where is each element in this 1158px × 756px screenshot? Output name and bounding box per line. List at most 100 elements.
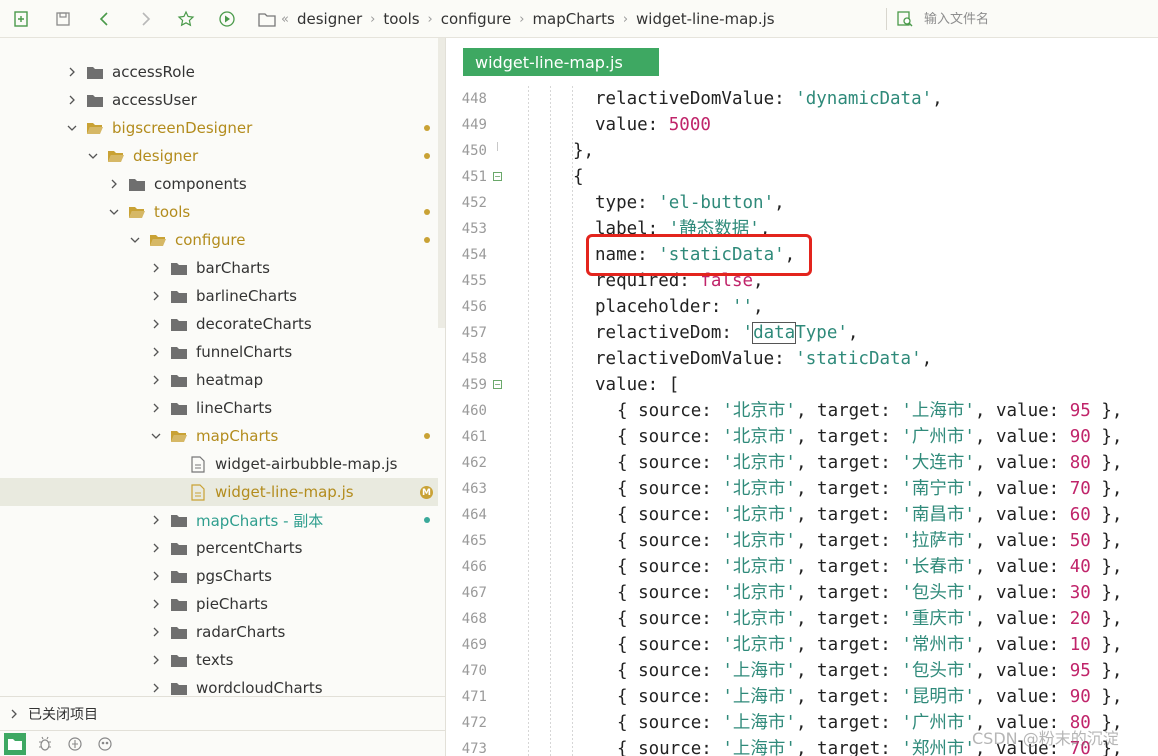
string-token: '南宁市' [901,479,975,499]
tree-folder-item[interactable]: designer [0,142,438,170]
tab-widget-line-map[interactable]: widget-line-map.js [463,48,659,76]
tree-folder-item[interactable]: funnelCharts [0,338,438,366]
tree-folder-item[interactable]: percentCharts [0,534,438,562]
explorer-icon[interactable] [4,732,26,755]
file-search[interactable] [896,6,1151,32]
code-token: }, [1090,453,1123,473]
breadcrumb-item[interactable]: tools [378,10,424,28]
tree-folder-item[interactable]: components [0,170,438,198]
breadcrumb-item[interactable]: configure [436,10,516,28]
code-line[interactable]: 469 { source: '北京市', target: '常州市', value… [447,632,1158,658]
code-line[interactable]: 457 relactiveDom: 'dataType', [447,320,1158,346]
breadcrumb-item[interactable]: mapCharts [527,10,619,28]
chevron-right-icon[interactable] [148,400,164,416]
tree-folder-item[interactable]: pgsCharts [0,562,438,590]
tree-folder-item[interactable]: bigscreenDesigner [0,114,438,142]
code-line[interactable]: 461 { source: '北京市', target: '广州市', value… [447,424,1158,450]
breadcrumb-overflow-icon[interactable]: « [278,12,292,27]
tree-folder-item[interactable]: tools [0,198,438,226]
chevron-right-icon[interactable] [148,680,164,696]
back-icon[interactable] [94,8,116,30]
breadcrumb-item[interactable]: widget-line-map.js [631,10,780,28]
code-line[interactable]: 465 { source: '北京市', target: '拉萨市', value… [447,528,1158,554]
code-line[interactable]: 460 { source: '北京市', target: '上海市', value… [447,398,1158,424]
tree-file-item[interactable]: widget-line-map.js M [0,478,438,506]
tree-folder-item[interactable]: mapCharts [0,422,438,450]
tree-folder-item[interactable]: decorateCharts [0,310,438,338]
code-line[interactable]: 456 placeholder: '', [447,294,1158,320]
plugin-icon[interactable] [94,733,116,755]
code-line[interactable]: 463 { source: '北京市', target: '南宁市', value… [447,476,1158,502]
code-line[interactable]: 471 { source: '上海市', target: '昆明市', value… [447,684,1158,710]
code-line[interactable]: 464 { source: '北京市', target: '南昌市', value… [447,502,1158,528]
chevron-right-icon[interactable] [148,512,164,528]
chevron-right-icon[interactable] [64,64,80,80]
file-search-input[interactable] [924,11,1124,27]
tree-folder-item[interactable]: barlineCharts [0,282,438,310]
new-file-icon[interactable] [10,8,32,30]
code-editor[interactable]: widget-line-map.js 448 relactiveDomValue:… [447,38,1158,756]
code-token: target: [817,739,902,756]
closed-projects-section[interactable]: 已关闭项目 [0,696,446,730]
chevron-right-icon[interactable] [148,652,164,668]
code-line[interactable]: 448 relactiveDomValue: 'dynamicData', [447,86,1158,112]
code-line[interactable]: 468 { source: '北京市', target: '重庆市', value… [447,606,1158,632]
tree-folder-item[interactable]: pieCharts [0,590,438,618]
git-icon[interactable] [64,733,86,755]
run-icon[interactable] [216,8,238,30]
code-text: value: [ [595,372,679,398]
code-line[interactable]: 467 { source: '北京市', target: '包头市', value… [447,580,1158,606]
code-line[interactable]: 449 value: 5000 [447,112,1158,138]
star-icon[interactable] [175,8,197,30]
tree-folder-item[interactable]: heatmap [0,366,438,394]
code-token: source: [638,661,723,681]
code-line[interactable]: 451− { [447,164,1158,190]
code-line[interactable]: 452 type: 'el-button', [447,190,1158,216]
tree-folder-item[interactable]: mapCharts - 副本 [0,506,438,534]
chevron-right-icon[interactable] [148,344,164,360]
chevron-down-icon[interactable] [85,148,101,164]
code-token: { [617,479,639,499]
fold-toggle-icon[interactable]: − [493,380,502,389]
tree-folder-item[interactable]: configure [0,226,438,254]
code-line[interactable]: 459− value: [ [447,372,1158,398]
tree-folder-item[interactable]: radarCharts [0,618,438,646]
code-line[interactable]: 470 { source: '上海市', target: '包头市', value… [447,658,1158,684]
code-line[interactable]: 458 relactiveDomValue: 'staticData', [447,346,1158,372]
code-token: , [974,635,996,655]
chevron-right-icon[interactable] [148,260,164,276]
chevron-down-icon[interactable] [127,232,143,248]
tree-folder-item[interactable]: accessRole [0,58,438,86]
tree-file-item[interactable]: widget-airbubble-map.js [0,450,438,478]
chevron-down-icon[interactable] [106,204,122,220]
tree-folder-item[interactable]: texts [0,646,438,674]
fold-toggle-icon[interactable]: − [493,172,502,181]
chevron-right-icon[interactable] [148,568,164,584]
tree-folder-item[interactable]: accessUser [0,86,438,114]
save-icon[interactable] [52,8,74,30]
chevron-right-icon[interactable] [64,92,80,108]
code-line[interactable]: 462 { source: '北京市', target: '大连市', value… [447,450,1158,476]
chevron-right-icon[interactable] [148,540,164,556]
code-line[interactable]: 466 { source: '北京市', target: '长春市', value… [447,554,1158,580]
chevron-right-icon[interactable] [106,176,122,192]
folder-icon [170,569,188,584]
chevron-right-icon[interactable] [148,316,164,332]
folder-open-icon [128,205,146,220]
tree-folder-item[interactable]: barCharts [0,254,438,282]
chevron-down-icon[interactable] [148,428,164,444]
line-number: 468 [461,611,487,627]
code-line[interactable]: 450}, [447,138,1158,164]
bug-icon[interactable] [34,733,56,755]
chevron-right-icon[interactable] [148,624,164,640]
tree-folder-item[interactable]: wordcloudCharts [0,674,438,696]
chevron-right-icon[interactable] [148,596,164,612]
forward-icon[interactable] [134,8,156,30]
chevron-right-icon[interactable] [148,372,164,388]
tree-folder-item[interactable]: lineCharts [0,394,438,422]
sidebar-scrollbar[interactable] [438,38,445,328]
folder-icon [170,681,188,696]
chevron-right-icon[interactable] [148,288,164,304]
breadcrumb-item[interactable]: designer [292,10,367,28]
chevron-down-icon[interactable] [64,120,80,136]
